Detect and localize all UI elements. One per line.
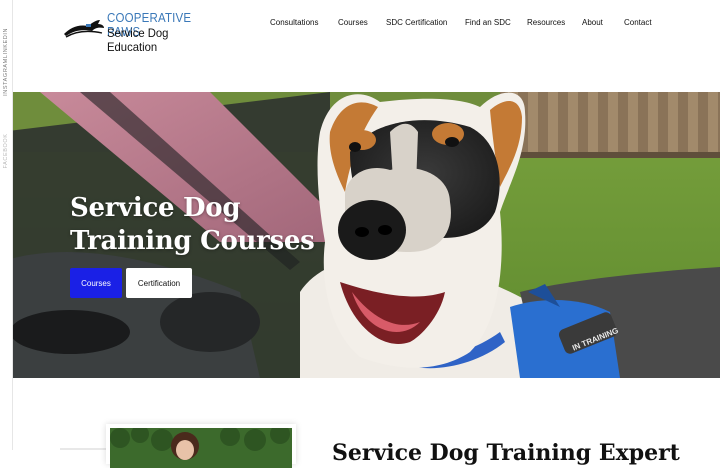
nav-about[interactable]: About <box>582 18 603 27</box>
nav-consultations[interactable]: Consultations <box>270 18 318 27</box>
nav-resources[interactable]: Resources <box>527 18 565 27</box>
brand-tagline: Service Dog Education <box>107 26 169 54</box>
nav-courses[interactable]: Courses <box>338 18 368 27</box>
instagram-link[interactable]: INSTAGRAM <box>3 58 9 96</box>
site-header: COOPERATIVE PAWS Service Dog Education C… <box>0 0 720 92</box>
nav-find-an-sdc[interactable]: Find an SDC <box>465 18 511 27</box>
social-rail: LINKEDIN · INSTAGRAM FACEBOOK <box>0 0 13 450</box>
linkedin-link[interactable]: LINKEDIN <box>3 28 9 58</box>
trainer-photo <box>110 428 292 468</box>
hero-title: Service Dog Training Courses <box>70 193 315 256</box>
nav-contact[interactable]: Contact <box>624 18 652 27</box>
nav-sdc-certification[interactable]: SDC Certification <box>386 18 447 27</box>
courses-button[interactable]: Courses <box>70 268 122 298</box>
hero-banner: IN TRAINING Service Dog Training Courses… <box>0 92 720 378</box>
section-title: Service Dog Training Expert <box>332 440 680 466</box>
main-nav: Consultations Courses SDC Certification … <box>0 18 720 30</box>
certification-button[interactable]: Certification <box>126 268 192 298</box>
facebook-link[interactable]: FACEBOOK <box>3 133 9 168</box>
intro-section: Service Dog Training Expert <box>0 378 720 468</box>
trainer-photo-card <box>106 424 296 468</box>
